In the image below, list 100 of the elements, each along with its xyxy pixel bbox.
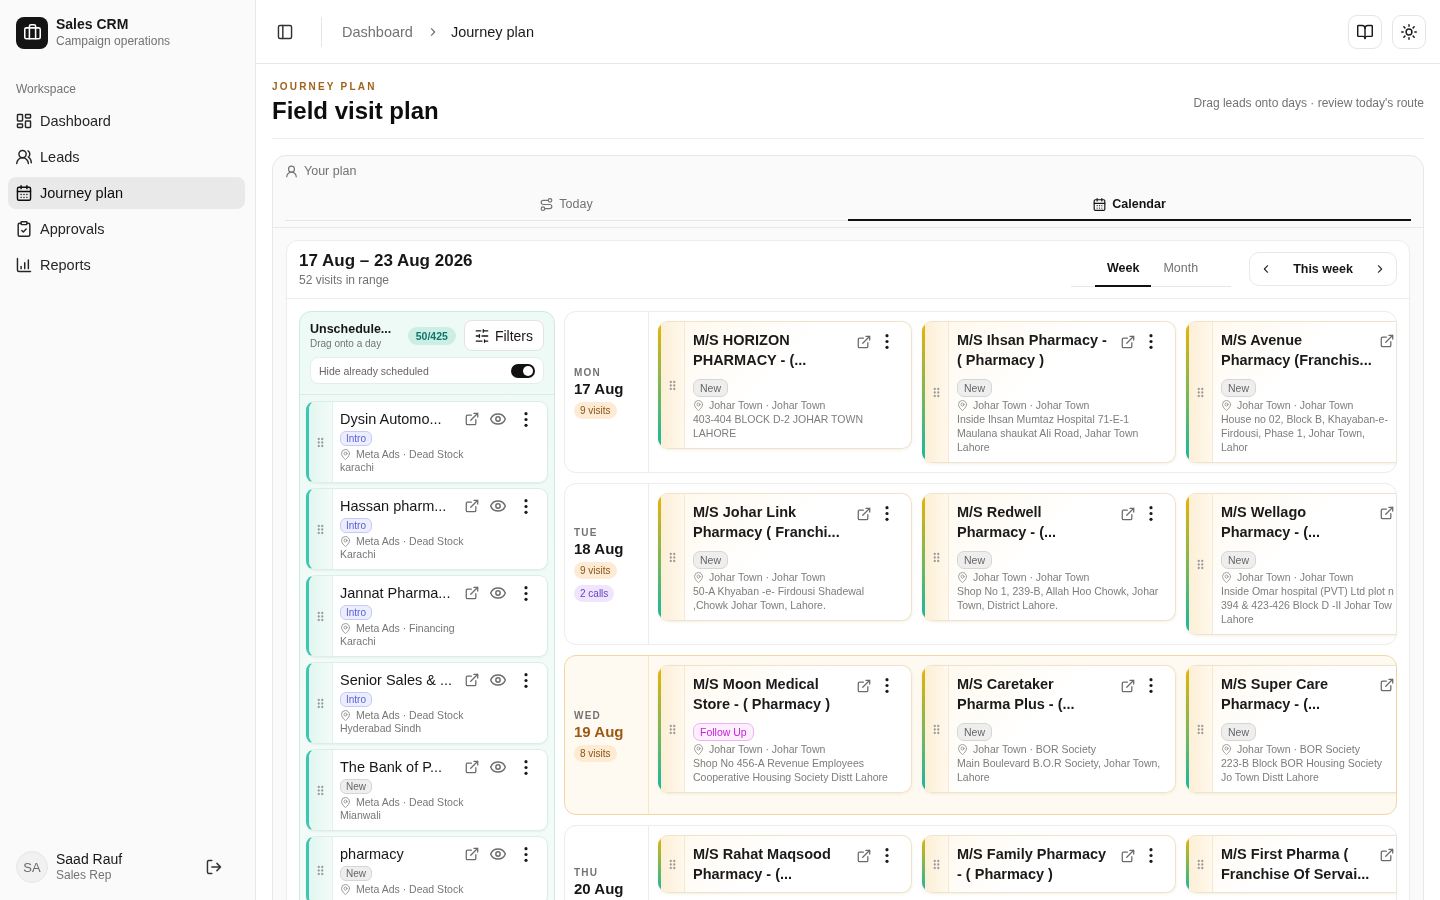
visit-card[interactable]: M/S First Pharma ( Franchise Of Servai... xyxy=(1186,835,1396,893)
nav-item[interactable]: Leads xyxy=(8,141,245,173)
more-icon[interactable] xyxy=(1149,678,1153,693)
external-link-icon[interactable] xyxy=(465,499,479,513)
external-link-icon[interactable] xyxy=(1380,506,1394,520)
external-link-icon[interactable] xyxy=(1121,848,1135,863)
eye-icon[interactable] xyxy=(490,411,506,427)
lead-card[interactable]: The Bank of P... New Meta Ads · Dead Stock Mianwali xyxy=(306,749,548,831)
more-icon[interactable] xyxy=(885,506,889,521)
logout-icon[interactable] xyxy=(206,859,222,875)
day-date: 18 Aug xyxy=(574,539,624,559)
external-link-icon[interactable] xyxy=(1121,678,1135,693)
drag-handle-icon[interactable] xyxy=(317,865,324,876)
status-tag: New xyxy=(957,723,992,741)
user-avatar: SA xyxy=(16,851,48,883)
filters-button[interactable]: Filters xyxy=(463,320,544,351)
more-icon[interactable] xyxy=(524,411,528,427)
more-icon[interactable] xyxy=(885,334,889,349)
more-icon[interactable] xyxy=(1149,334,1153,349)
nav-item[interactable]: Journey plan xyxy=(8,177,245,209)
external-link-icon[interactable] xyxy=(1380,848,1394,862)
nav-item[interactable]: Approvals xyxy=(8,213,245,245)
view-tab[interactable]: Calendar xyxy=(848,189,1411,221)
external-link-icon[interactable] xyxy=(1121,506,1135,521)
external-link-icon[interactable] xyxy=(465,412,479,426)
external-link-icon[interactable] xyxy=(465,673,479,687)
visit-card[interactable]: M/S HORIZON PHARMACY - (... New Johar Town · Johar Town 403-404 BLOCK D-2 JOHAR TOWN LAHORE xyxy=(658,321,912,449)
more-icon[interactable] xyxy=(524,672,528,688)
drag-handle-icon[interactable] xyxy=(669,551,676,563)
more-icon[interactable] xyxy=(524,759,528,775)
theme-button[interactable] xyxy=(1392,14,1426,49)
drag-handle-icon[interactable] xyxy=(317,523,324,535)
drag-handle-icon[interactable] xyxy=(933,386,940,398)
drag-handle-icon[interactable] xyxy=(1197,858,1204,870)
drag-handle-icon[interactable] xyxy=(317,784,324,796)
pin-icon xyxy=(693,571,704,583)
drag-handle-icon[interactable] xyxy=(1197,723,1204,735)
visit-name: M/S Wellago Pharmacy - (... xyxy=(1221,503,1322,542)
external-link-icon[interactable] xyxy=(1121,334,1135,349)
more-icon[interactable] xyxy=(885,848,889,863)
drag-handle-icon[interactable] xyxy=(933,723,940,735)
external-link-icon[interactable] xyxy=(465,847,479,861)
drag-handle-icon[interactable] xyxy=(317,436,324,448)
visit-card[interactable]: M/S Ihsan Pharmacy - ( Pharmacy ) New Johar Town · Johar Town Inside Ihsan Mumtaz Hospital 71-E-1 Maulana shaukat Ali Road, Jahar Town Lahore xyxy=(922,321,1176,463)
nav-item[interactable]: Reports xyxy=(8,249,245,281)
eye-icon[interactable] xyxy=(490,498,506,514)
status-tag: New xyxy=(693,379,728,397)
drag-handle-icon[interactable] xyxy=(317,610,324,622)
external-link-icon[interactable] xyxy=(857,848,871,863)
drag-handle-icon[interactable] xyxy=(933,858,940,870)
eye-icon[interactable] xyxy=(490,672,506,688)
status-tag: New xyxy=(957,379,992,397)
lead-card[interactable]: Jannat Pharma... Intro Meta Ads · Financing Karachi xyxy=(306,575,548,657)
more-icon[interactable] xyxy=(1149,848,1153,863)
external-link-icon[interactable] xyxy=(857,678,871,693)
visit-card[interactable]: M/S Super Care Pharmacy - (... New Johar Town · BOR Society 223-B Block BOR Housing Society Jo Town Distt Lahore xyxy=(1186,665,1396,793)
lead-card[interactable]: Dysin Automo... Intro Meta Ads · Dead Stock karachi xyxy=(306,401,548,483)
eye-icon[interactable] xyxy=(490,846,506,862)
breadcrumb-link[interactable]: Dashboard xyxy=(342,23,413,40)
visit-card[interactable]: M/S Wellago Pharmacy - (... New Johar Town · Johar Town Inside Omar hospital (PVT) Ltd plot n 394 & 423-426 Block D -II Johar Tow Lahore xyxy=(1186,493,1396,635)
visit-card[interactable]: M/S Rahat Maqsood Pharmacy - (... xyxy=(658,835,912,893)
nav-item[interactable]: Dashboard xyxy=(8,105,245,137)
external-link-icon[interactable] xyxy=(1380,334,1394,348)
more-icon[interactable] xyxy=(524,498,528,514)
drag-handle-icon[interactable] xyxy=(317,697,324,709)
sun-icon xyxy=(1401,23,1417,40)
lead-card[interactable]: Hassan pharm... Intro Meta Ads · Dead Stock Karachi xyxy=(306,488,548,570)
visit-card[interactable]: M/S Avenue Pharmacy (Franchis... New Johar Town · Johar Town House no 02, Block B, Khayaban-e- Firdousi, Phase 1, Johar Town, Lahor xyxy=(1186,321,1396,463)
eye-icon[interactable] xyxy=(490,585,506,601)
external-link-icon[interactable] xyxy=(857,334,871,349)
visit-card[interactable]: M/S Johar Link Pharmacy ( Franchi... New Johar Town · Johar Town 50-A Khyaban -e- Firdousi Shadewal ,Chowk Johar Town, Lahore. xyxy=(658,493,912,621)
view-tab[interactable]: Today xyxy=(285,189,848,221)
range-tab[interactable]: Week xyxy=(1095,251,1152,287)
range-tab[interactable]: Month xyxy=(1151,251,1211,287)
lead-card[interactable]: pharmacy New Meta Ads · Dead Stock xyxy=(306,836,548,900)
more-icon[interactable] xyxy=(885,678,889,693)
more-icon[interactable] xyxy=(524,585,528,601)
visit-card[interactable]: M/S Moon Medical Store - ( Pharmacy ) Follow Up Johar Town · Johar Town Shop No 456-A Revenue Employees Cooperative Housing Society Distt Lahore xyxy=(658,665,912,793)
drag-handle-icon[interactable] xyxy=(669,858,676,870)
visit-card[interactable]: M/S Redwell Pharmacy - (... New Johar Town · Johar Town Shop No 1, 239-B, Allah Hoo Chowk, Johar Town, District Lahore. xyxy=(922,493,1176,621)
drag-handle-icon[interactable] xyxy=(1197,558,1204,570)
visit-card[interactable]: M/S Caretaker Pharma Plus - (... New Johar Town · BOR Society Main Boulevard B.O.R Society, Johar Town, Lahore xyxy=(922,665,1176,793)
lead-card[interactable]: Senior Sales & ... Intro Meta Ads · Dead Stock Hyderabad Sindh xyxy=(306,662,548,744)
drag-handle-icon[interactable] xyxy=(933,551,940,563)
external-link-icon[interactable] xyxy=(857,506,871,521)
lead-source: Meta Ads · Dead Stock xyxy=(356,709,464,722)
external-link-icon[interactable] xyxy=(465,760,479,774)
toggle-switch[interactable] xyxy=(511,363,535,378)
more-icon[interactable] xyxy=(1149,506,1153,521)
panel-left-icon[interactable] xyxy=(277,23,293,40)
external-link-icon[interactable] xyxy=(1380,678,1394,692)
drag-handle-icon[interactable] xyxy=(1197,386,1204,398)
eye-icon[interactable] xyxy=(490,759,506,775)
docs-button[interactable] xyxy=(1348,14,1382,49)
visit-card[interactable]: M/S Family Pharmacy - ( Pharmacy ) xyxy=(922,835,1176,893)
drag-handle-icon[interactable] xyxy=(669,379,676,391)
drag-handle-icon[interactable] xyxy=(669,723,676,735)
more-icon[interactable] xyxy=(524,846,528,862)
external-link-icon[interactable] xyxy=(465,586,479,600)
day-date: 17 Aug xyxy=(574,378,624,399)
